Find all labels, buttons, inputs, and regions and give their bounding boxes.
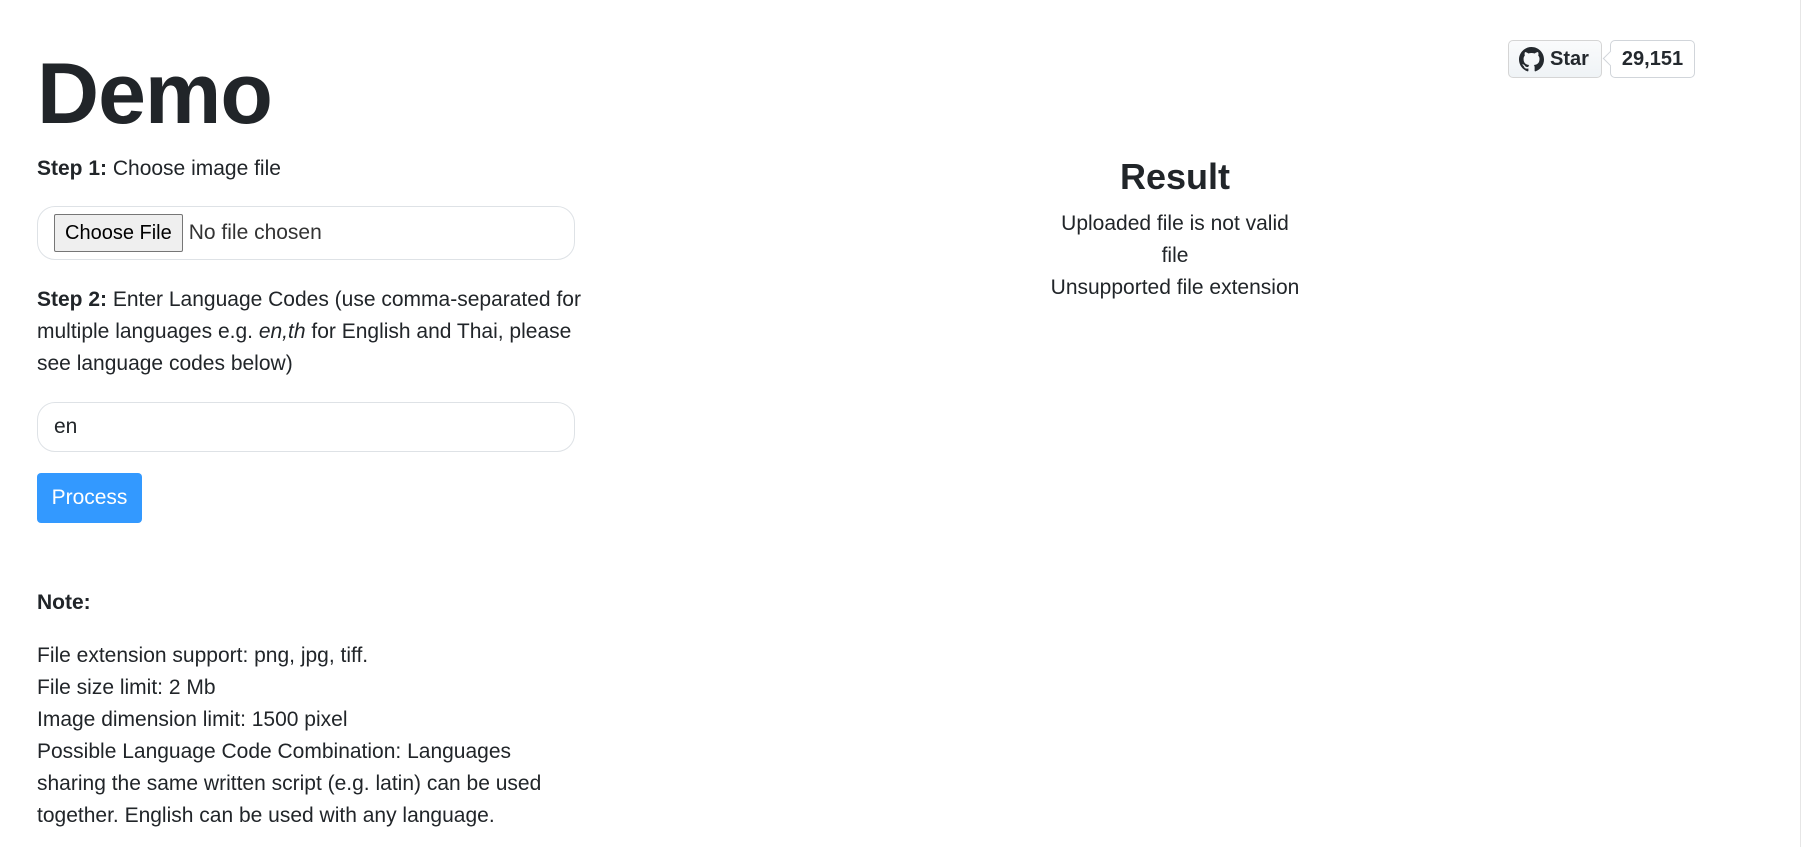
step2-label: Step 2: (37, 288, 108, 311)
github-star-label: Star (1550, 47, 1589, 70)
result-detail: Unsupported file extension (1050, 276, 1300, 299)
choose-file-button[interactable]: Choose File (54, 214, 183, 252)
step2-instruction: Step 2: Enter Language Codes (use comma-… (37, 284, 592, 380)
github-star-button[interactable]: Star (1508, 40, 1602, 78)
file-status: No file chosen (188, 221, 322, 244)
note-title: Note: (37, 591, 91, 614)
file-input[interactable]: Choose File No file chosen (37, 206, 575, 260)
github-icon (1519, 46, 1544, 71)
page-title: Demo (37, 46, 273, 142)
github-star-count[interactable]: 29,151 (1609, 40, 1696, 78)
result-message: Uploaded file is not valid file (1061, 212, 1289, 267)
note-line: Possible Language Code Combination: Lang… (37, 740, 542, 827)
result-title: Result (1119, 156, 1231, 197)
note-line: File size limit: 2 Mb (37, 676, 216, 699)
step2-example: en,th (258, 320, 306, 343)
note-line: Image dimension limit: 1500 pixel (37, 708, 348, 731)
step1-instruction: Step 1: Choose image file (37, 153, 281, 185)
note-list: File extension support: png, jpg, tiff. … (37, 640, 577, 832)
page: Demo Step 1: Choose image file Choose Fi… (0, 0, 1811, 847)
github-star-widget: Star 29,151 (1508, 40, 1696, 78)
process-button[interactable]: Process (37, 473, 142, 523)
step1-text: Choose image file (107, 157, 281, 180)
step1-label: Step 1: (37, 157, 108, 180)
result-panel: Result Uploaded file is not valid file U… (1025, 152, 1325, 304)
scrollbar-track[interactable] (1800, 0, 1801, 847)
language-code-input[interactable] (37, 402, 575, 452)
note-line: File extension support: png, jpg, tiff. (37, 644, 369, 667)
